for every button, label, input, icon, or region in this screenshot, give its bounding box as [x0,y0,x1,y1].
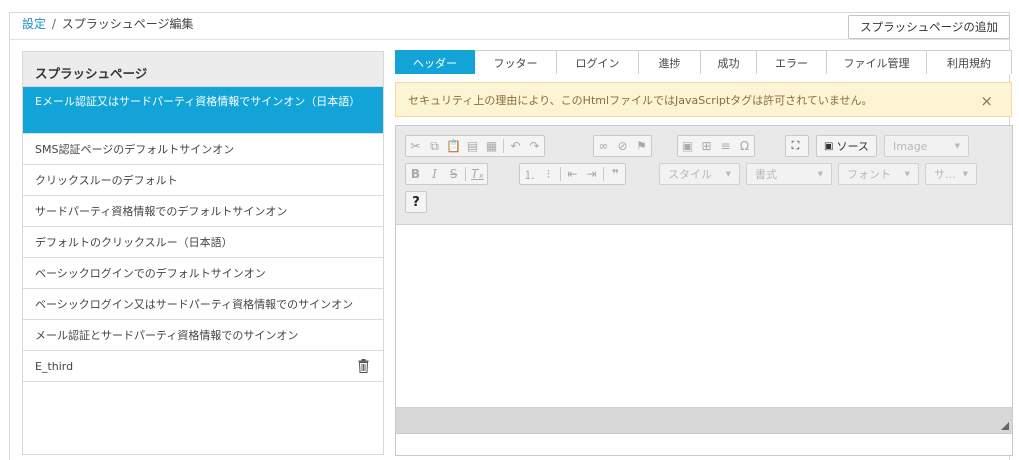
chevron-down-icon: ▼ [904,170,910,178]
editor-content-area[interactable] [396,225,1012,407]
splash-page-sidebar: スプラッシュページ Eメール認証又はサードパーティ資格情報でサインオン（日本語）… [22,51,384,455]
bold-icon[interactable]: B [406,164,425,184]
source-label: ソース [836,140,869,153]
sidebar-item-basic-or-third-party[interactable]: ベーシックログイン又はサードパーティ資格情報でのサインオン [23,289,383,320]
chevron-down-icon: ▼ [954,142,960,150]
sidebar-item-third-party-default[interactable]: サードパーティ資格情報でのデフォルトサインオン [23,196,383,227]
toolbar-divider [465,167,466,181]
resize-handle-icon[interactable] [1001,422,1009,430]
trash-icon[interactable] [358,359,369,373]
size-dropdown[interactable]: サ... ▼ [925,163,977,185]
sidebar-item-label: ベーシックログインでのデフォルトサインオン [35,267,266,280]
sidebar-item-email-and-third-party[interactable]: メール認証とサードパーティ資格情報でのサインオン [23,320,383,351]
tab-footer[interactable]: フッター [475,50,557,74]
sidebar-item-basic-login-default[interactable]: ベーシックログインでのデフォルトサインオン [23,258,383,289]
chevron-down-icon: ▼ [962,170,968,178]
editor-statusbar [396,407,1012,433]
tab-file-management[interactable]: ファイル管理 [827,50,927,74]
add-splash-page-button[interactable]: スプラッシュページの追加 [848,15,1010,39]
sidebar-item-clickthrough-default[interactable]: クリックスルーのデフォルト [23,165,383,196]
clipboard-group: ✂ ⧉ 📋 ▤ ▦ ↶ ↷ [405,135,545,157]
sidebar-item-label: Eメール認証又はサードパーティ資格情報でサインオン（日本語） [35,95,361,108]
sidebar-item-label: ベーシックログイン又はサードパーティ資格情報でのサインオン [35,298,354,311]
strikethrough-icon[interactable]: S [444,164,463,184]
redo-icon[interactable]: ↷ [525,136,544,156]
tab-terms-of-use[interactable]: 利用規約 [927,50,1012,74]
breadcrumb-current: スプラッシュページ編集 [61,17,194,31]
tab-success[interactable]: 成功 [701,50,757,74]
horizontal-line-icon[interactable]: ≡ [716,136,735,156]
chevron-down-icon: ▼ [725,170,731,178]
page: 設定 / スプラッシュページ編集 スプラッシュページの追加 スプラッシュページ … [0,0,1019,460]
sidebar-item-e-third[interactable]: E_third [23,351,383,382]
editor-footer-area [395,434,1013,456]
source-button[interactable]: ▣ ソース [816,135,877,157]
sidebar-item-label: クリックスルーのデフォルト [35,174,178,187]
sidebar-item-label: メール認証とサードパーティ資格情報でのサインオン [35,329,299,342]
breadcrumb: 設定 / スプラッシュページ編集 [22,15,193,32]
undo-icon[interactable]: ↶ [506,136,525,156]
table-icon[interactable]: ⊞ [697,136,716,156]
list-group: ⒈ ⁝ ⇤ ⇥ ❞ [519,163,626,185]
blockquote-icon[interactable]: ❞ [606,164,625,184]
special-char-icon[interactable]: Ω [735,136,754,156]
breadcrumb-settings-link[interactable]: 設定 [22,17,46,31]
remove-format-icon[interactable]: Tₓ [468,164,487,184]
tab-progress[interactable]: 進捗 [639,50,701,74]
paste-text-icon[interactable]: ▤ [463,136,482,156]
breadcrumb-separator: / [51,17,56,31]
help-button[interactable]: ? [405,191,427,213]
size-dropdown-label: サ... [934,168,956,181]
editor-toolbar: ✂ ⧉ 📋 ▤ ▦ ↶ ↷ ∞ ⊘ ⚑ ▣ ⊞ ≡ Ω ⛶ ▣ ソース Imag… [396,126,1012,225]
numbered-list-icon[interactable]: ⒈ [520,164,539,184]
indent-icon[interactable]: ⇥ [582,164,601,184]
link-icon[interactable]: ∞ [594,136,613,156]
close-icon[interactable]: × [980,92,993,110]
sidebar-item-label: E_third [35,359,74,373]
html-editor: ✂ ⧉ 📋 ▤ ▦ ↶ ↷ ∞ ⊘ ⚑ ▣ ⊞ ≡ Ω ⛶ ▣ ソース Imag… [395,125,1013,434]
format-dropdown-label: 書式 [755,168,777,181]
header-divider [9,39,1010,40]
paste-word-icon[interactable]: ▦ [482,136,501,156]
maximize-group: ⛶ [785,135,809,157]
warning-text: セキュリティ上の理由により、このHtmlファイルではJavaScriptタグは許… [408,93,873,107]
paste-icon[interactable]: 📋 [444,136,463,156]
anchor-icon[interactable]: ⚑ [632,136,651,156]
toolbar-divider [560,167,561,181]
editor-tabs: ヘッダー フッター ログイン 進捗 成功 エラー ファイル管理 利用規約 [395,50,1015,74]
tab-error[interactable]: エラー [757,50,827,74]
font-dropdown[interactable]: フォント ▼ [838,163,919,185]
toolbar-divider [503,139,504,153]
maximize-icon[interactable]: ⛶ [786,136,805,156]
sidebar-item-email-or-third-party-ja[interactable]: Eメール認証又はサードパーティ資格情報でサインオン（日本語） [23,87,383,134]
outdent-icon[interactable]: ⇤ [563,164,582,184]
text-style-group: B I S Tₓ [405,163,488,185]
tab-header[interactable]: ヘッダー [395,50,475,74]
bulleted-list-icon[interactable]: ⁝ [539,164,558,184]
source-icon: ▣ [824,140,834,152]
chevron-down-icon: ▼ [817,170,823,178]
sidebar-title: スプラッシュページ [23,52,383,87]
sidebar-item-sms-default[interactable]: SMS認証ページのデフォルトサインオン [23,134,383,165]
style-dropdown[interactable]: スタイル ▼ [659,163,740,185]
sidebar-item-label: SMS認証ページのデフォルトサインオン [35,143,235,156]
unlink-icon[interactable]: ⊘ [613,136,632,156]
cut-icon[interactable]: ✂ [406,136,425,156]
copy-icon[interactable]: ⧉ [425,136,444,156]
javascript-warning-alert: セキュリティ上の理由により、このHtmlファイルではJavaScriptタグは許… [395,82,1012,117]
image-icon[interactable]: ▣ [678,136,697,156]
format-dropdown[interactable]: 書式 ▼ [746,163,832,185]
style-dropdown-label: スタイル [668,168,712,181]
tab-login[interactable]: ログイン [557,50,639,74]
image-dropdown-label: Image [893,139,928,153]
sidebar-item-default-clickthrough-ja[interactable]: デフォルトのクリックスルー（日本語） [23,227,383,258]
toolbar-divider [603,167,604,181]
sidebar-item-label: デフォルトのクリックスルー（日本語） [35,236,233,249]
image-dropdown[interactable]: Image ▼ [884,135,969,157]
sidebar-item-label: サードパーティ資格情報でのデフォルトサインオン [35,205,288,218]
font-dropdown-label: フォント [847,168,891,181]
insert-group: ▣ ⊞ ≡ Ω [677,135,755,157]
italic-icon[interactable]: I [425,164,444,184]
link-group: ∞ ⊘ ⚑ [593,135,652,157]
